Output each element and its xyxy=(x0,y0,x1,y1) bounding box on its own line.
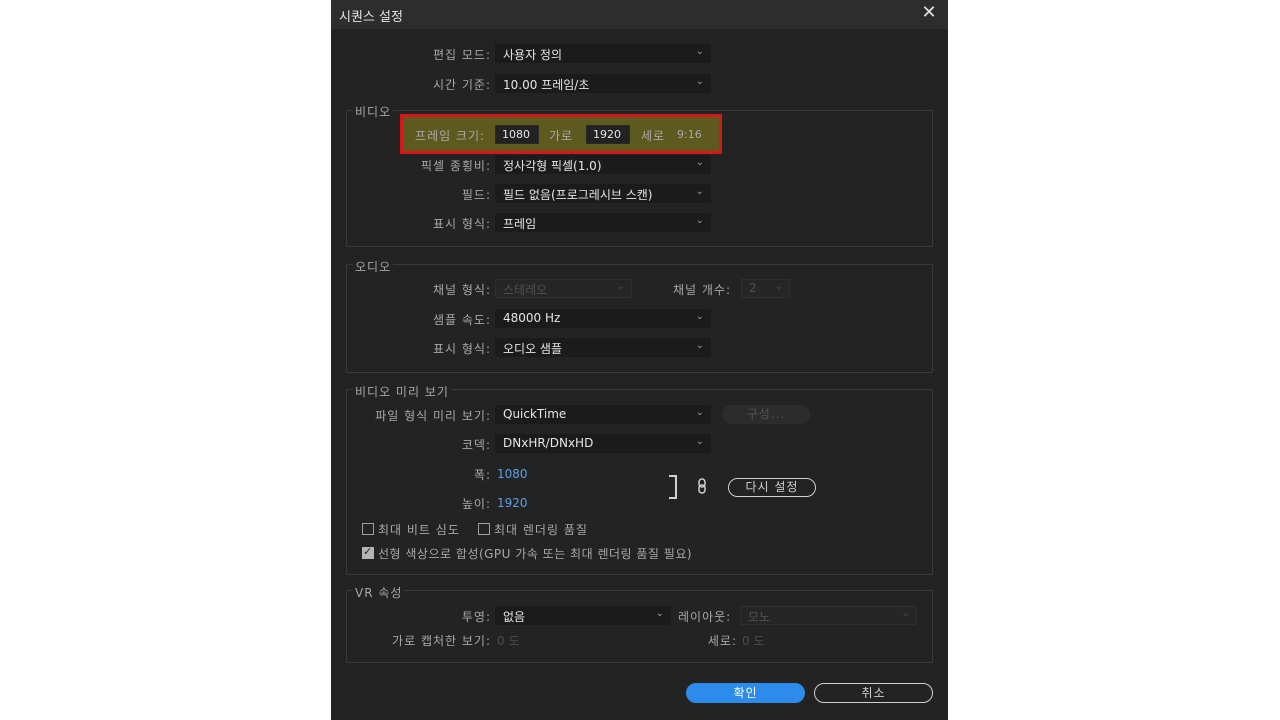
dialog-title: 시퀀스 설정 xyxy=(339,10,403,25)
chevron-down-icon: ⌄ xyxy=(695,157,704,168)
chevron-down-icon: ⌄ xyxy=(695,46,704,57)
file-format-dropdown[interactable]: QuickTime ⌄ xyxy=(495,405,711,424)
codec-dropdown[interactable]: DNxHR/DNxHD ⌄ xyxy=(495,434,711,453)
edit-mode-label: 편집 모드: xyxy=(432,48,491,62)
audio-display-dropdown[interactable]: 오디오 샘플 ⌄ xyxy=(495,338,711,357)
timebase-label: 시간 기준: xyxy=(432,78,491,92)
video-preview-group-title: 비디오 미리 보기 xyxy=(353,383,451,400)
chevron-down-icon: ⌄ xyxy=(695,340,704,351)
chevron-down-icon: ⌄ xyxy=(695,407,704,418)
chevron-down-icon: ⌄ xyxy=(616,281,625,292)
layout-label: 레이아웃: xyxy=(678,610,732,624)
fields-dropdown[interactable]: 필드 없음(프로그레시브 스캔) ⌄ xyxy=(495,184,711,203)
reset-button[interactable]: 다시 설정 xyxy=(728,478,816,497)
preview-height-label: 높이: xyxy=(461,497,491,511)
frame-size-label: 프레임 크기: xyxy=(415,129,486,143)
configure-button[interactable]: 구성... xyxy=(722,405,810,424)
linear-color-checkbox[interactable]: ✓ xyxy=(362,545,374,559)
pixel-aspect-label: 픽셀 종횡비: xyxy=(420,159,491,173)
chevron-down-icon: ⌄ xyxy=(695,311,704,322)
chevron-down-icon: ⌄ xyxy=(655,608,664,619)
chevron-down-icon: ⌄ xyxy=(695,436,704,447)
linear-color-label: 선형 색상으로 합성(GPU 가속 또는 최대 렌더링 품질 필요) xyxy=(378,547,693,561)
max-bit-depth-checkbox[interactable] xyxy=(362,523,374,535)
preview-width-label: 폭: xyxy=(473,468,491,482)
chevron-down-icon: ⌄ xyxy=(695,186,704,197)
sample-rate-dropdown[interactable]: 48000 Hz ⌄ xyxy=(495,309,711,328)
video-display-label: 표시 형식: xyxy=(432,217,491,231)
height-label: 세로 xyxy=(641,129,666,143)
fields-label: 필드: xyxy=(461,188,491,202)
link-bracket xyxy=(669,475,677,499)
width-label: 가로 xyxy=(549,129,574,143)
preview-width-value[interactable]: 1080 xyxy=(497,467,528,481)
sequence-settings-dialog: 시퀀스 설정 ✕ 편집 모드: 사용자 정의 ⌄ 시간 기준: 10.00 프레… xyxy=(331,0,948,720)
checkmark-icon: ✓ xyxy=(363,545,373,558)
h-fov-value[interactable]: 0 도 xyxy=(497,632,520,649)
cancel-button[interactable]: 취소 xyxy=(814,683,933,703)
aspect-ratio: 9:16 xyxy=(677,128,702,141)
vr-group-title: VR 속성 xyxy=(353,584,405,601)
v-fov-label: 세로: xyxy=(707,634,737,648)
ok-button[interactable]: 확인 xyxy=(686,683,805,703)
max-render-quality-checkbox[interactable] xyxy=(478,523,490,535)
v-fov-value[interactable]: 0 도 xyxy=(742,632,765,649)
pixel-aspect-dropdown[interactable]: 정사각형 픽셀(1.0) ⌄ xyxy=(495,155,711,174)
projection-dropdown[interactable]: 없음 ⌄ xyxy=(495,606,671,625)
frame-width-input[interactable]: 1080 xyxy=(495,125,539,144)
close-icon[interactable]: ✕ xyxy=(920,3,938,23)
audio-display-label: 표시 형식: xyxy=(432,342,491,356)
channel-format-label: 채널 형식: xyxy=(432,283,491,297)
file-format-label: 파일 형식 미리 보기: xyxy=(375,409,491,423)
sample-rate-label: 샘플 속도: xyxy=(432,313,491,327)
vr-group xyxy=(346,590,933,663)
max-bit-depth-label: 최대 비트 심도 xyxy=(378,523,460,537)
channel-count-dropdown[interactable]: 2 ⌄ xyxy=(741,279,790,298)
projection-label: 투영: xyxy=(461,610,491,624)
frame-height-input[interactable]: 1920 xyxy=(586,125,630,144)
edit-mode-dropdown[interactable]: 사용자 정의 ⌄ xyxy=(495,44,711,63)
link-icon[interactable] xyxy=(697,478,707,494)
video-display-dropdown[interactable]: 프레임 ⌄ xyxy=(495,213,711,232)
video-group-title: 비디오 xyxy=(353,103,394,120)
channel-count-label: 채널 개수: xyxy=(673,283,732,297)
codec-label: 코덱: xyxy=(461,438,491,452)
timebase-dropdown[interactable]: 10.00 프레임/초 ⌄ xyxy=(495,74,711,93)
h-fov-label: 가로 캡처한 보기: xyxy=(392,634,491,648)
layout-dropdown[interactable]: 모노 ⌄ xyxy=(740,606,917,625)
chevron-down-icon: ⌄ xyxy=(695,215,704,226)
chevron-down-icon: ⌄ xyxy=(901,608,910,619)
max-render-quality-label: 최대 렌더링 품질 xyxy=(494,523,588,537)
chevron-down-icon: ⌄ xyxy=(695,76,704,87)
chevron-down-icon: ⌄ xyxy=(774,281,783,292)
audio-group-title: 오디오 xyxy=(353,258,394,275)
preview-height-value[interactable]: 1920 xyxy=(497,496,528,510)
title-bar: 시퀀스 설정 ✕ xyxy=(331,0,948,29)
channel-format-dropdown[interactable]: 스테레오 ⌄ xyxy=(495,279,632,298)
